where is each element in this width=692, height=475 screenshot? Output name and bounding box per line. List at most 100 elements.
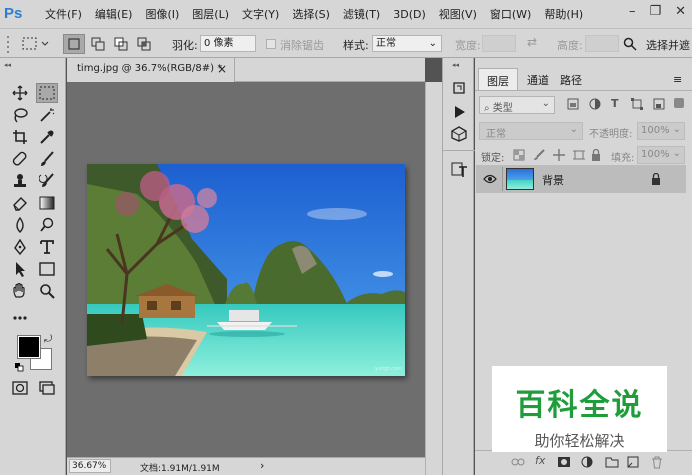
close-button[interactable]: ✕ bbox=[675, 4, 686, 19]
width-input[interactable] bbox=[482, 35, 516, 52]
menu-edit[interactable]: 编辑(E) bbox=[95, 6, 133, 22]
hand-tool-icon[interactable] bbox=[9, 281, 31, 301]
swap-colors-icon[interactable]: ⤾ bbox=[44, 334, 52, 345]
filter-adjustment-icon[interactable] bbox=[589, 98, 601, 113]
menu-layer[interactable]: 图层(L) bbox=[192, 6, 229, 22]
tab-layers[interactable]: 图层 bbox=[478, 68, 518, 90]
opacity-input[interactable]: 100% ⌄ bbox=[637, 122, 685, 140]
lock-artboard-icon[interactable] bbox=[573, 149, 585, 164]
new-layer-icon[interactable] bbox=[627, 456, 639, 471]
panel-menu-icon[interactable]: ≡ bbox=[673, 73, 682, 86]
more-tools-icon[interactable] bbox=[9, 308, 31, 328]
filter-smart-object-icon[interactable] bbox=[653, 98, 665, 113]
magic-wand-tool-icon[interactable] bbox=[36, 105, 58, 125]
delete-layer-icon[interactable] bbox=[651, 456, 663, 472]
visibility-eye-icon[interactable] bbox=[483, 174, 497, 187]
lock-all-icon[interactable] bbox=[591, 148, 601, 164]
vertical-scrollbar[interactable] bbox=[425, 82, 442, 475]
minimize-button[interactable]: – bbox=[629, 4, 636, 19]
status-menu-arrow[interactable]: › bbox=[260, 459, 264, 472]
new-group-icon[interactable] bbox=[605, 456, 619, 471]
tool-preset-picker[interactable] bbox=[20, 34, 54, 54]
history-brush-tool-icon[interactable] bbox=[36, 171, 58, 191]
eyedropper-tool-icon[interactable] bbox=[36, 127, 58, 147]
menu-help[interactable]: 帮助(H) bbox=[544, 6, 583, 22]
close-document-button[interactable]: × bbox=[217, 62, 227, 76]
height-input[interactable] bbox=[585, 35, 619, 52]
dodge-tool-icon[interactable] bbox=[36, 215, 58, 235]
panel-divider bbox=[475, 90, 692, 91]
layer-filter-value: 类型 bbox=[492, 103, 513, 114]
layer-filter-select[interactable]: ⌕ 类型 ⌄ bbox=[479, 96, 555, 114]
opacity-value: 100% bbox=[641, 125, 670, 136]
adjustment-layer-icon[interactable] bbox=[581, 456, 593, 471]
eraser-tool-icon[interactable] bbox=[9, 193, 31, 213]
add-to-selection-icon[interactable] bbox=[87, 34, 109, 54]
filter-shape-icon[interactable] bbox=[631, 98, 643, 113]
style-select[interactable]: 正常 ⌄ bbox=[372, 35, 442, 52]
history-panel-icon[interactable] bbox=[451, 80, 467, 99]
type-tool-icon[interactable] bbox=[36, 237, 58, 257]
blend-mode-select[interactable]: 正常 ⌄ bbox=[479, 122, 583, 140]
lasso-tool-icon[interactable] bbox=[9, 105, 31, 125]
3d-panel-icon[interactable] bbox=[451, 126, 467, 145]
layer-name[interactable]: 背景 bbox=[542, 172, 564, 188]
path-selection-tool-icon[interactable] bbox=[9, 259, 31, 279]
actions-panel-icon[interactable] bbox=[451, 104, 467, 123]
menu-filter[interactable]: 滤镜(T) bbox=[343, 6, 380, 22]
healing-brush-tool-icon[interactable] bbox=[9, 149, 31, 169]
new-selection-icon[interactable] bbox=[63, 34, 85, 54]
document-image[interactable]: yungt.com bbox=[87, 164, 405, 376]
menu-image[interactable]: 图像(I) bbox=[145, 6, 179, 22]
brush-tool-icon[interactable] bbox=[36, 149, 58, 169]
select-and-mask-button[interactable]: 选择并遮 bbox=[622, 35, 692, 53]
collapse-arrows-icon[interactable]: ◂◂ bbox=[4, 61, 11, 69]
restore-button[interactable]: ❐ bbox=[649, 4, 661, 19]
tools-panel: ◂◂ ⤾ bbox=[0, 58, 66, 475]
character-panel-icon[interactable] bbox=[451, 162, 469, 181]
menu-select[interactable]: 选择(S) bbox=[292, 6, 330, 22]
layer-style-button[interactable]: fx bbox=[535, 454, 545, 467]
chevron-down-icon: ⌄ bbox=[428, 38, 437, 49]
filter-toggle-icon[interactable] bbox=[674, 98, 684, 108]
screen-mode-icon[interactable] bbox=[36, 378, 58, 398]
canvas-area[interactable]: yungt.com bbox=[67, 82, 425, 457]
menu-view[interactable]: 视图(V) bbox=[439, 6, 477, 22]
rectangle-tool-icon[interactable] bbox=[36, 259, 58, 279]
quick-mask-icon[interactable] bbox=[9, 378, 31, 398]
default-colors-icon[interactable] bbox=[15, 362, 24, 372]
crop-tool-icon[interactable] bbox=[9, 127, 31, 147]
menu-file[interactable]: 文件(F) bbox=[45, 6, 82, 22]
layer-lock-icon[interactable] bbox=[651, 172, 661, 188]
feather-input[interactable]: 0 像素 bbox=[200, 35, 256, 52]
intersect-selection-icon[interactable] bbox=[133, 34, 155, 54]
zoom-level-input[interactable]: 36.67% bbox=[69, 459, 111, 473]
filter-pixel-icon[interactable] bbox=[567, 98, 579, 113]
zoom-tool-icon[interactable] bbox=[36, 281, 58, 301]
lock-transparent-icon[interactable] bbox=[513, 149, 525, 164]
document-tab[interactable]: timg.jpg @ 36.7%(RGB/8#) * × bbox=[67, 58, 235, 82]
tab-paths[interactable]: 路径 bbox=[552, 68, 590, 90]
marquee-tool-icon[interactable] bbox=[36, 83, 58, 103]
blur-tool-icon[interactable] bbox=[9, 215, 31, 235]
add-mask-icon[interactable] bbox=[557, 456, 571, 471]
menu-type[interactable]: 文字(Y) bbox=[242, 6, 279, 22]
style-select-value: 正常 bbox=[376, 38, 396, 49]
pen-tool-icon[interactable] bbox=[9, 237, 31, 257]
lock-image-icon[interactable] bbox=[533, 149, 545, 164]
antialias-checkbox[interactable] bbox=[266, 39, 276, 49]
gradient-tool-icon[interactable] bbox=[36, 193, 58, 213]
expand-arrows-icon[interactable]: ◂◂ bbox=[452, 61, 459, 69]
layer-row-background[interactable]: 背景 bbox=[476, 165, 686, 193]
foreground-color-swatch[interactable] bbox=[17, 335, 41, 359]
lock-position-icon[interactable] bbox=[553, 149, 565, 164]
menu-window[interactable]: 窗口(W) bbox=[490, 6, 531, 22]
filter-type-icon[interactable]: T bbox=[611, 97, 619, 110]
link-layers-icon[interactable] bbox=[511, 457, 525, 470]
menu-3d[interactable]: 3D(D) bbox=[393, 8, 426, 21]
move-tool-icon[interactable] bbox=[9, 83, 31, 103]
clone-stamp-tool-icon[interactable] bbox=[9, 171, 31, 191]
fill-input[interactable]: 100% ⌄ bbox=[637, 146, 685, 164]
subtract-from-selection-icon[interactable] bbox=[110, 34, 132, 54]
swap-icon[interactable]: ⇄ bbox=[527, 35, 537, 49]
